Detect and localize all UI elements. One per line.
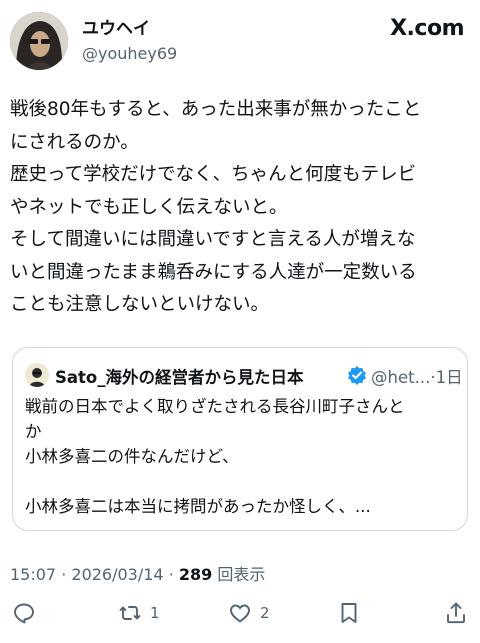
quoted-tweet-card[interactable]: Sato_海外の経営者から見た日本 @het...·1日 戦前の日本でよく取りざ… xyxy=(12,347,468,531)
meta-separator: · xyxy=(61,565,67,584)
reply-button[interactable] xyxy=(12,596,36,630)
reply-icon xyxy=(14,603,34,624)
share-button[interactable] xyxy=(444,596,468,630)
tweet-text-line: ことも注意しないといけない。 xyxy=(10,294,270,315)
tweet-text-line: 戦後80年もすると、あった出来事が無かったこと xyxy=(10,99,422,120)
retweet-count: 1 xyxy=(150,604,160,622)
tweet-text-line: やネットでも正しく伝えないと。 xyxy=(10,196,288,218)
tweet-text-line: そして間違いには間違いですと言える人が増えな xyxy=(10,229,416,250)
views-count: 289 xyxy=(178,565,213,584)
like-count: 2 xyxy=(260,604,270,622)
tweet-text: 戦後80年もすると、あった出来事が無かったこと にされるのか。 歴史って学校だけ… xyxy=(10,94,470,322)
quoted-author-meta: @het...·1日 xyxy=(371,364,463,388)
tweet-metadata: 15:07 · 2026/03/14 · 289 回表示 xyxy=(10,561,265,585)
tweet-text-line: 歴史って学校だけでなく、ちゃんと何度もテレビ xyxy=(10,164,417,185)
quoted-tweet-header: Sato_海外の経営者から見た日本 @het...·1日 xyxy=(25,362,463,388)
bookmark-icon xyxy=(341,603,357,623)
brand-logo: X.com xyxy=(390,16,464,41)
author-avatar[interactable] xyxy=(10,12,68,70)
quoted-text-line: 戦前の日本でよく取りざたされる長谷川町子さんと xyxy=(25,397,405,416)
quoted-tweet-age: 1日 xyxy=(435,368,463,387)
tweet-text-line: にされるのか。 xyxy=(10,131,139,153)
views-label: 回表示 xyxy=(217,565,266,584)
author-display-name[interactable]: ユウヘイ xyxy=(82,18,177,40)
author-names: ユウヘイ @youhey69 xyxy=(82,18,177,66)
retweet-icon xyxy=(119,606,141,620)
tweet-text-line: いと間違ったまま鵜呑みにする人達が一定数いる xyxy=(10,261,417,283)
like-button[interactable]: 2 xyxy=(228,596,270,630)
tweet-time: 15:07 xyxy=(10,565,57,584)
verified-badge-icon xyxy=(347,365,367,385)
bookmark-button[interactable] xyxy=(337,596,361,630)
meta-separator: · xyxy=(168,565,174,584)
quoted-author-avatar xyxy=(25,363,49,387)
quoted-text-line: 小林多喜二の件なんだけど、 xyxy=(25,447,239,466)
tweet-header: ユウヘイ @youhey69 X.com xyxy=(10,12,470,70)
quoted-tweet-text: 戦前の日本でよく取りざたされる長谷川町子さんと か 小林多喜二の件なんだけど、 … xyxy=(25,394,455,519)
quoted-author-handle: @het... xyxy=(371,368,431,387)
quoted-text-line: 小林多喜二は本当に拷問があったか怪しく、... xyxy=(25,497,371,516)
quoted-text-line: か xyxy=(25,422,42,441)
quoted-text-line xyxy=(25,469,455,494)
heart-icon xyxy=(230,604,250,623)
tweet-date: 2026/03/14 xyxy=(71,565,164,584)
author-handle[interactable]: @youhey69 xyxy=(82,42,177,66)
quoted-author-name: Sato_海外の経営者から見た日本 xyxy=(55,368,304,387)
action-bar: 1 2 xyxy=(0,596,480,630)
retweet-button[interactable]: 1 xyxy=(118,596,160,630)
share-icon xyxy=(447,602,465,624)
